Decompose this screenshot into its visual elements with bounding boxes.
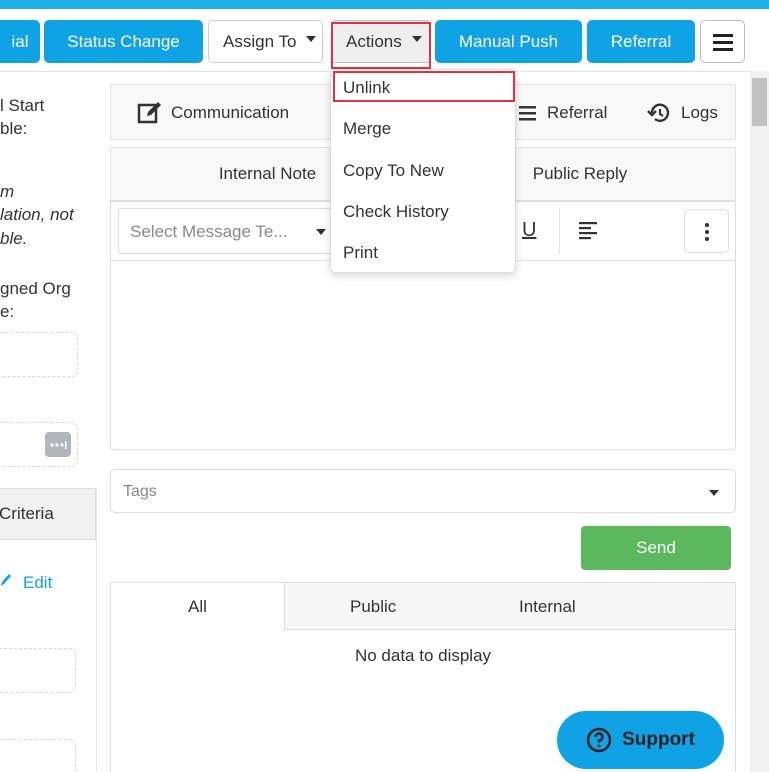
manual-push-label: Manual Push — [458, 31, 559, 51]
left-panel-divider — [96, 488, 97, 772]
status-change-label: Status Change — [67, 31, 180, 51]
referral-button[interactable]: Referral — [587, 20, 695, 63]
tags-placeholder: Tags — [123, 483, 157, 500]
tags-select[interactable]: Tags — [110, 469, 736, 513]
message-template-select[interactable]: Select Message Te... — [118, 208, 334, 254]
filter-internal[interactable]: Internal — [519, 583, 576, 630]
tab-referral-label: Referral — [547, 103, 608, 122]
assign-to-dropdown[interactable]: Assign To — [208, 20, 323, 63]
tab-communication-label: Communication — [171, 103, 290, 122]
edit-link[interactable]: Edit — [23, 573, 52, 593]
assign-to-label: Assign To — [223, 31, 297, 51]
left-label-start-2: ble: — [0, 119, 28, 138]
left-italic-note-2: lation, not — [0, 205, 74, 224]
list-icon — [519, 106, 536, 121]
left-italic-note-1: m — [0, 182, 15, 201]
template-placeholder: Select Message Te... — [130, 222, 288, 241]
menu-item-merge[interactable]: Merge — [343, 119, 391, 139]
manual-push-button[interactable]: Manual Push — [435, 20, 582, 63]
message-filter-tabs: All Public Internal — [110, 582, 736, 630]
more-options-button[interactable] — [684, 209, 729, 253]
underline-button[interactable]: U — [522, 219, 536, 242]
filter-public[interactable]: Public — [350, 583, 396, 630]
caret-down-icon — [316, 229, 326, 235]
toolbar-separator — [559, 208, 560, 254]
menu-item-print[interactable]: Print — [343, 243, 378, 263]
align-left-icon[interactable] — [579, 222, 599, 245]
tab-communication[interactable]: Communication — [137, 85, 289, 141]
left-italic-note-3: ble. — [0, 229, 28, 248]
filter-public-label: Public — [350, 596, 397, 616]
page-scrollbar[interactable] — [750, 71, 769, 772]
hamburger-icon-bar — [713, 41, 733, 44]
internal-note-label: Internal Note — [218, 164, 317, 183]
caret-down-icon — [306, 35, 317, 42]
left-label-org-2: e: — [0, 302, 15, 321]
assigned-org-field[interactable] — [0, 332, 78, 377]
criteria-label: Criteria — [0, 504, 54, 523]
edit-note-icon — [137, 102, 161, 124]
partial-toolbar-button[interactable]: ial — [0, 20, 40, 63]
hamburger-menu-button[interactable] — [700, 20, 745, 63]
history-icon — [647, 103, 670, 122]
empty-state-text: No data to display — [354, 646, 492, 665]
criteria-header: Criteria — [0, 488, 96, 540]
left-label-start: l Start — [0, 96, 45, 115]
vertical-dot — [705, 230, 709, 234]
more-options-icon[interactable] — [45, 432, 71, 457]
edit-pencil-icon[interactable] — [0, 572, 12, 593]
tab-logs[interactable]: Logs — [647, 85, 718, 141]
left-field-box[interactable] — [0, 648, 76, 693]
partial-button-label: ial — [11, 31, 29, 51]
actions-highlight-box — [331, 22, 431, 69]
support-label: Support — [622, 729, 695, 750]
public-reply-label: Public Reply — [532, 164, 628, 183]
support-button[interactable]: Support — [557, 711, 724, 769]
filter-all-label: All — [188, 596, 207, 616]
send-button[interactable]: Send — [581, 526, 731, 570]
send-label: Send — [636, 538, 676, 557]
referral-label: Referral — [610, 31, 672, 51]
filter-internal-label: Internal — [519, 596, 576, 616]
left-field-box-2[interactable] — [0, 739, 76, 772]
hamburger-icon-bar — [713, 48, 733, 51]
vertical-dot — [705, 237, 709, 241]
menu-item-check-history[interactable]: Check History — [343, 202, 449, 222]
vertical-dots-icon — [705, 223, 709, 227]
menu-item-copy-to-new[interactable]: Copy To New — [343, 161, 444, 181]
page-scrollbar-thumb[interactable] — [752, 78, 767, 126]
hamburger-icon — [713, 34, 733, 37]
tab-logs-label: Logs — [681, 103, 718, 122]
top-accent-strip — [0, 0, 769, 9]
caret-down-icon — [709, 490, 719, 496]
status-change-button[interactable]: Status Change — [44, 20, 203, 63]
help-circle-icon — [586, 727, 612, 753]
left-label-org: gned Org — [0, 279, 71, 298]
tab-referral[interactable]: Referral — [517, 85, 607, 141]
unlink-highlight-box — [333, 71, 515, 102]
filter-all[interactable]: All — [111, 583, 285, 630]
